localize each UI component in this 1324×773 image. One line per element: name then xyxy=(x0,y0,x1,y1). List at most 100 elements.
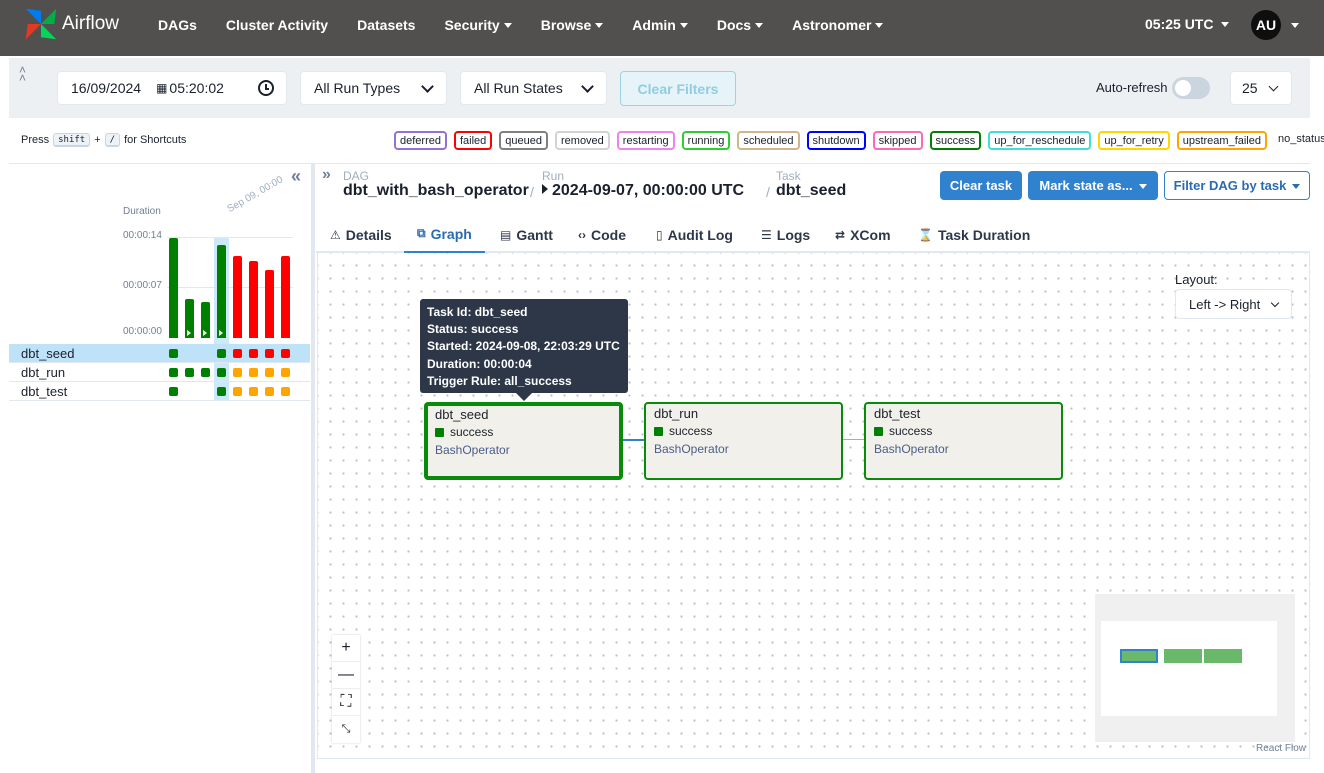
breadcrumb-dag[interactable]: DAG dbt_with_bash_operator xyxy=(343,170,529,200)
legend-deferred[interactable]: deferred xyxy=(394,131,447,150)
nav-cluster-activity[interactable]: Cluster Activity xyxy=(226,17,328,33)
zoom-out-button[interactable]: — xyxy=(332,662,360,689)
tab-logs[interactable]: ☰ Logs xyxy=(761,216,810,253)
fit-view-button[interactable]: ⛶ xyxy=(332,689,360,716)
filter-dag-by-task-button[interactable]: Filter DAG by task xyxy=(1164,171,1310,200)
task-row[interactable]: dbt_seed xyxy=(9,344,310,363)
task-instance-cell[interactable] xyxy=(249,368,258,377)
timezone-menu[interactable]: 05:25 UTC xyxy=(1145,16,1230,32)
mark-state-button[interactable]: Mark state as... xyxy=(1028,171,1158,200)
task-instance-cell[interactable] xyxy=(169,349,178,358)
collapse-left-icon[interactable]: « xyxy=(291,166,301,187)
tab-code[interactable]: ‹› Code xyxy=(578,216,626,253)
tab-graph[interactable]: ⧉ Graph xyxy=(404,216,485,253)
legend-up-for-reschedule[interactable]: up_for_reschedule xyxy=(988,131,1092,150)
legend-upstream-failed[interactable]: upstream_failed xyxy=(1176,131,1267,150)
task-instance-cell[interactable] xyxy=(169,387,178,396)
breadcrumb-task[interactable]: Task dbt_seed xyxy=(776,170,846,200)
run-duration-bar[interactable] xyxy=(201,302,210,338)
task-row[interactable]: dbt_run xyxy=(9,363,310,382)
grid-panel: « Duration Sep 09, 00:00 00:00:14 00:00:… xyxy=(9,164,310,773)
task-instance-cell[interactable] xyxy=(281,368,290,377)
minimap[interactable] xyxy=(1095,594,1295,742)
react-flow-attribution[interactable]: React Flow xyxy=(1256,743,1306,754)
run-duration-bar[interactable] xyxy=(265,270,274,338)
tab-logs-label: Logs xyxy=(776,226,811,243)
run-state-select[interactable]: All Run States xyxy=(460,71,607,105)
tab-task-duration-label: Task Duration xyxy=(937,226,1031,243)
caret-down-icon xyxy=(503,23,512,28)
task-instance-cell[interactable] xyxy=(217,368,226,377)
tab-task-duration[interactable]: ⌛ Task Duration xyxy=(918,216,1030,253)
run-duration-bar[interactable] xyxy=(217,245,226,338)
tab-xcom[interactable]: ⇄ XCom xyxy=(835,216,891,253)
task-instance-cell[interactable] xyxy=(265,349,274,358)
legend-scheduled[interactable]: scheduled xyxy=(737,131,800,150)
nav-admin[interactable]: Admin xyxy=(632,17,688,33)
run-duration-bar[interactable] xyxy=(233,256,242,338)
tab-audit-log[interactable]: ▯ Audit Log xyxy=(656,216,733,253)
task-instance-cell[interactable] xyxy=(185,368,194,377)
clock-icon[interactable] xyxy=(258,80,274,96)
legend-running[interactable]: running xyxy=(681,131,731,150)
legend-up-for-retry[interactable]: up_for_retry xyxy=(1098,131,1170,150)
task-instance-cell[interactable] xyxy=(265,387,274,396)
task-instance-cell[interactable] xyxy=(217,349,226,358)
nav-security[interactable]: Security xyxy=(444,17,512,33)
legend-skipped[interactable]: skipped xyxy=(872,131,923,150)
task-instance-cell[interactable] xyxy=(217,387,226,396)
reset-zoom-button[interactable]: ⤡ xyxy=(332,716,360,743)
task-instance-cell[interactable] xyxy=(233,387,242,396)
graph-canvas[interactable]: Layout: Left -> Right dbt_seed success B… xyxy=(317,253,1310,759)
nav-browse[interactable]: Browse xyxy=(541,17,604,33)
tab-gantt[interactable]: ▤ Gantt xyxy=(500,216,553,253)
run-duration-bar[interactable] xyxy=(185,299,194,338)
base-date-input[interactable]: 16/09/2024 ▦ 05:20:02 xyxy=(57,71,287,105)
legend-restarting[interactable]: restarting xyxy=(616,131,675,150)
node-operator: BashOperator xyxy=(435,443,510,457)
task-node-dbt-run[interactable]: dbt_run success BashOperator xyxy=(644,402,843,480)
panel-resizer[interactable] xyxy=(311,164,315,773)
task-instance-cell[interactable] xyxy=(265,368,274,377)
task-instance-cell[interactable] xyxy=(169,368,178,377)
clear-filters-button[interactable]: Clear Filters xyxy=(620,71,736,106)
nav-datasets[interactable]: Datasets xyxy=(357,17,415,33)
run-type-select[interactable]: All Run Types xyxy=(300,71,447,105)
airflow-logo[interactable]: Airflow xyxy=(22,4,119,44)
zoom-in-button[interactable]: + xyxy=(332,635,360,662)
expand-right-icon[interactable]: » xyxy=(322,166,331,184)
user-avatar[interactable]: AU xyxy=(1251,10,1281,40)
nav-dags[interactable]: DAGs xyxy=(158,17,197,33)
legend-removed[interactable]: removed xyxy=(555,131,610,150)
legend-shutdown[interactable]: shutdown xyxy=(806,131,866,150)
task-instance-cell[interactable] xyxy=(281,387,290,396)
run-duration-bar[interactable] xyxy=(281,256,290,338)
run-duration-bar[interactable] xyxy=(249,261,258,338)
task-row[interactable]: dbt_test xyxy=(9,382,310,401)
run-state-value: All Run States xyxy=(474,80,563,96)
user-menu-caret-icon[interactable] xyxy=(1291,23,1299,28)
legend-queued[interactable]: queued xyxy=(499,131,548,150)
collapse-up-icon[interactable]: ˄ ˄ xyxy=(19,64,26,84)
nav-docs[interactable]: Docs xyxy=(717,17,764,33)
legend-failed[interactable]: failed xyxy=(453,131,493,150)
num-runs-select[interactable]: 25 xyxy=(1230,71,1292,105)
task-instance-cell[interactable] xyxy=(249,349,258,358)
breadcrumb-run[interactable]: Run 2024-09-07, 00:00:00 UTC xyxy=(542,170,744,200)
auto-refresh-toggle[interactable] xyxy=(1172,77,1210,99)
layout-select[interactable]: Left -> Right xyxy=(1175,289,1292,319)
clear-task-button[interactable]: Clear task xyxy=(940,171,1022,200)
task-node-dbt-seed[interactable]: dbt_seed success BashOperator xyxy=(424,402,623,480)
task-instance-cell[interactable] xyxy=(233,349,242,358)
task-instance-cell[interactable] xyxy=(249,387,258,396)
legend-success[interactable]: success xyxy=(929,131,982,150)
tab-details[interactable]: ⚠ Details xyxy=(330,216,392,253)
legend-no-status[interactable]: no_status xyxy=(1274,131,1324,150)
task-instance-cell[interactable] xyxy=(201,368,210,377)
nav-astronomer[interactable]: Astronomer xyxy=(792,17,884,33)
task-node-dbt-test[interactable]: dbt_test success BashOperator xyxy=(864,402,1063,480)
task-instance-cell[interactable] xyxy=(233,368,242,377)
task-name: dbt_seed xyxy=(21,346,75,361)
task-instance-cell[interactable] xyxy=(281,349,290,358)
run-duration-bar[interactable] xyxy=(169,238,178,338)
